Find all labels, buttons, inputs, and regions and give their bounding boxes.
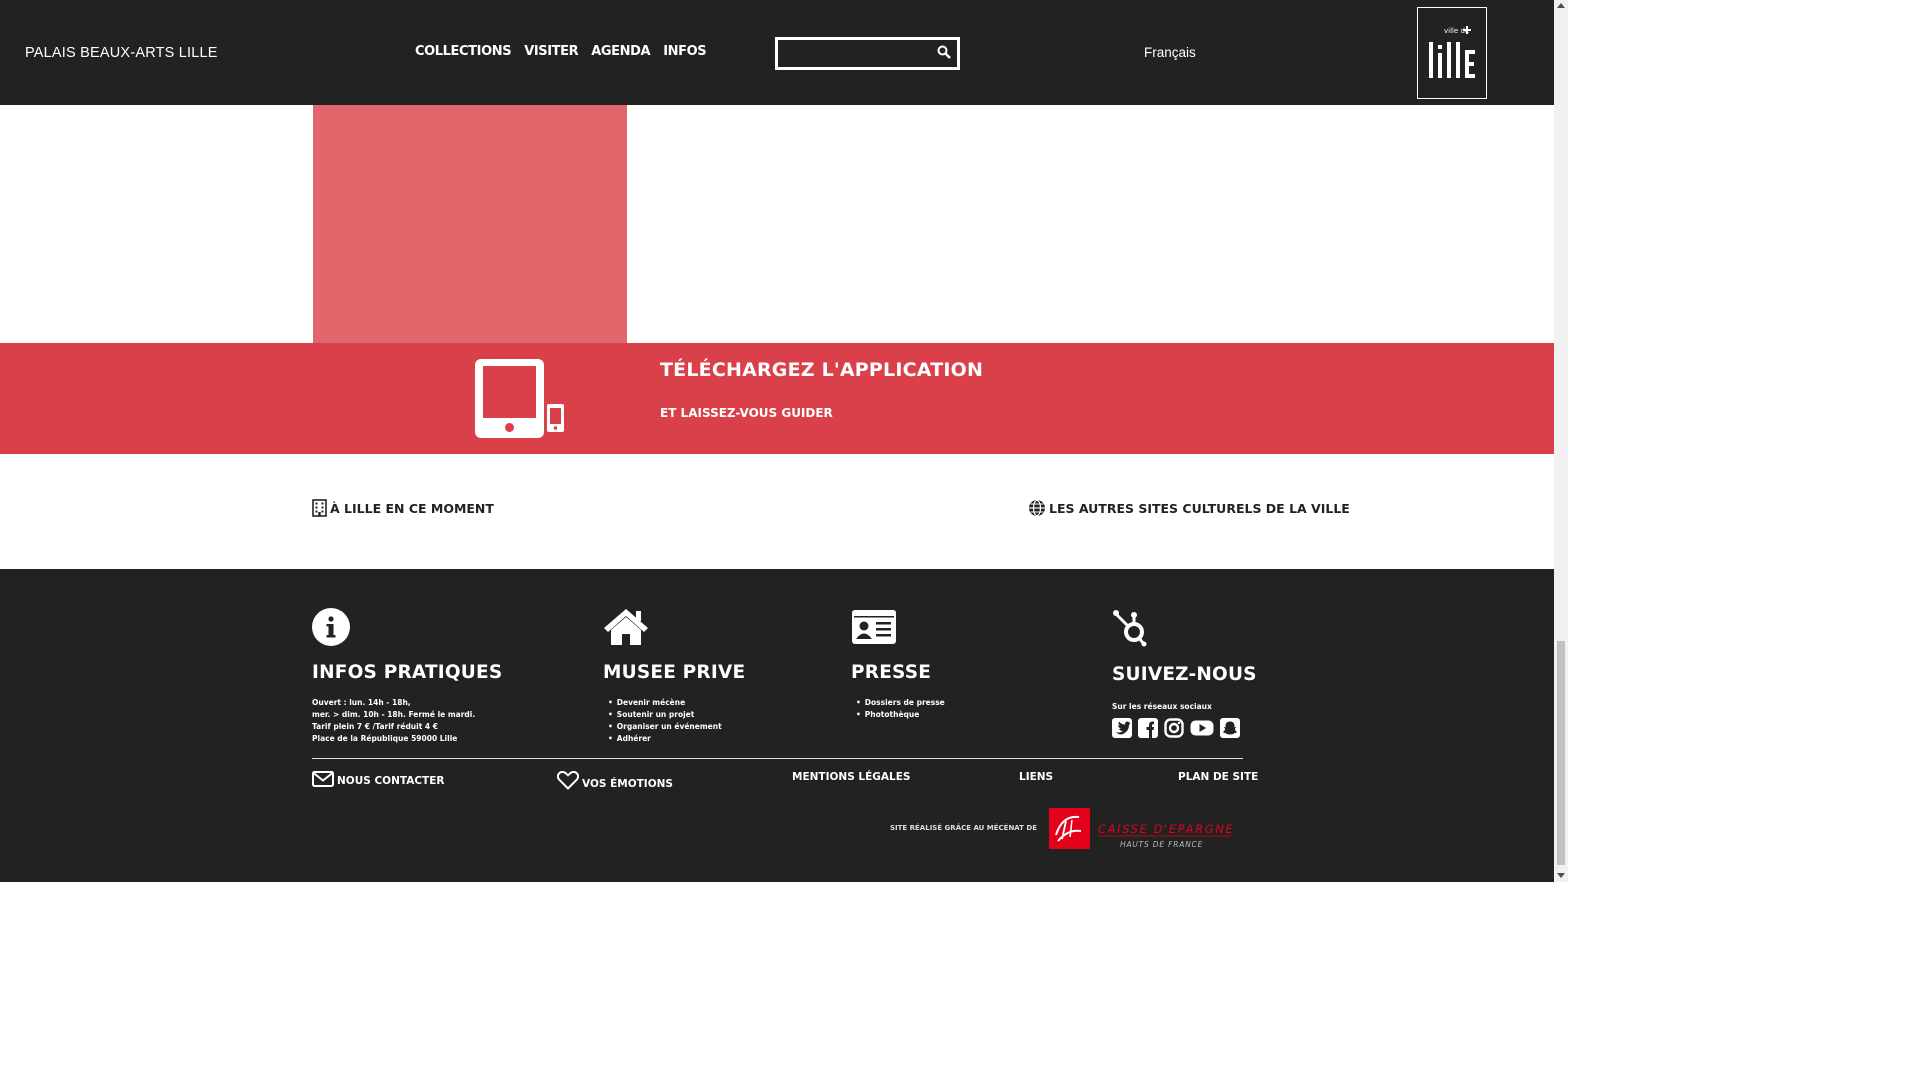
phototheque-link[interactable]: Photothèque xyxy=(856,709,945,721)
suivez-nous-title[interactable]: SUIVEZ-NOUS xyxy=(1112,664,1257,685)
mentions-legales-link[interactable]: MENTIONS LÉGALES xyxy=(792,771,910,783)
devenir-mecene-link[interactable]: Devenir mécène xyxy=(608,697,745,709)
vertical-scrollbar[interactable] xyxy=(1554,0,1568,882)
top-bar: PALAIS BEAUX-ARTS LILLE COLLECTIONS VISI… xyxy=(0,0,1554,105)
emotions-link[interactable]: VOS ÉMOTIONS xyxy=(557,771,673,790)
lille-now-label: À LILLE EN CE MOMENT xyxy=(330,500,494,516)
emotions-label: VOS ÉMOTIONS xyxy=(582,778,673,790)
dossiers-presse-link[interactable]: Dossiers de presse xyxy=(856,697,945,709)
snapchat-icon[interactable] xyxy=(1220,718,1240,738)
contact-label: NOUS CONTACTER xyxy=(337,775,445,787)
scrollbar-thumb[interactable] xyxy=(1557,641,1565,865)
facebook-icon[interactable] xyxy=(1138,718,1158,738)
lille-now-link[interactable]: À LILLE EN CE MOMENT xyxy=(312,499,494,517)
opening-hours-line-2: mer. > dim. 10h - 18h. Fermé le mardi. xyxy=(312,710,476,719)
footer-col-suivez: SUIVEZ-NOUS Sur les réseaux sociaux xyxy=(1112,608,1257,738)
plan-de-site-link[interactable]: PLAN DE SITE xyxy=(1178,771,1258,783)
nav-agenda[interactable]: AGENDA xyxy=(591,44,650,59)
other-sites-label: LES AUTRES SITES CULTURELS DE LA VILLE xyxy=(1049,500,1350,516)
twitter-icon[interactable] xyxy=(1112,718,1132,738)
nav-visiter[interactable]: VISITER xyxy=(524,44,578,59)
search-icon[interactable] xyxy=(937,44,951,63)
caisse-epargne-logo[interactable]: CAISSE D'EPARGNE HAUTS DE FRANCE xyxy=(1048,807,1238,855)
image-placeholder-block xyxy=(313,105,627,343)
liens-link[interactable]: LIENS xyxy=(1019,771,1053,783)
soutenir-projet-link[interactable]: Soutenir un projet xyxy=(608,709,745,721)
hubspot-network-icon xyxy=(1113,610,1147,647)
language-selector[interactable]: Français xyxy=(1144,45,1196,60)
envelope-icon xyxy=(312,771,334,787)
nav-collections[interactable]: COLLECTIONS xyxy=(415,44,512,59)
nav-infos[interactable]: INFOS xyxy=(663,44,706,59)
musee-prive-title[interactable]: MUSEE PRIVE xyxy=(603,662,745,683)
app-banner-subtitle[interactable]: ET LAISSEZ-VOUS GUIDER xyxy=(660,406,833,420)
infos-pratiques-title[interactable]: INFOS PRATIQUES xyxy=(312,662,502,683)
footer-col-musee-prive: MUSEE PRIVE Devenir mécène Soutenir un p… xyxy=(603,608,745,745)
tariff-line: Tarif plein 7 € /Tarif réduit 4 € xyxy=(312,722,438,731)
search-input[interactable] xyxy=(780,42,935,65)
footer xyxy=(0,569,1554,882)
scroll-down-arrow-icon[interactable] xyxy=(1557,873,1565,878)
app-banner-title[interactable]: TÉLÉCHARGEZ L'APPLICATION xyxy=(660,359,983,381)
organiser-evenement-link[interactable]: Organiser un événement xyxy=(608,721,745,733)
site-title[interactable]: PALAIS BEAUX-ARTS LILLE xyxy=(25,45,218,61)
ville-de-lille-logo[interactable]: ville de xyxy=(1417,7,1487,99)
house-icon xyxy=(604,609,648,645)
adherer-link[interactable]: Adhérer xyxy=(608,733,745,745)
social-subtitle: Sur les réseaux sociaux xyxy=(1112,702,1212,711)
heart-icon xyxy=(557,771,579,790)
main-nav: COLLECTIONS VISITER AGENDA INFOS xyxy=(415,44,707,59)
page: PALAIS BEAUX-ARTS LILLE COLLECTIONS VISI… xyxy=(0,0,1554,882)
footer-col-presse: PRESSE Dossiers de presse Photothèque xyxy=(851,608,945,721)
address-line: Place de la République 59000 Lille xyxy=(312,734,458,743)
youtube-icon[interactable] xyxy=(1190,718,1214,738)
scroll-up-arrow-icon[interactable] xyxy=(1557,3,1565,8)
press-card-icon xyxy=(852,610,896,644)
social-links xyxy=(1112,718,1257,738)
footer-col-infos: INFOS PRATIQUES Ouvert : lun. 14h - 18h,… xyxy=(312,608,502,745)
sponsor-name: CAISSE D'EPARGNE xyxy=(1098,822,1234,836)
footer-divider xyxy=(312,758,1243,759)
instagram-icon[interactable] xyxy=(1164,718,1184,738)
contact-link[interactable]: NOUS CONTACTER xyxy=(312,771,444,787)
opening-hours-line-1: Ouvert : lun. 14h - 18h, xyxy=(312,698,411,707)
tablet-phone-icon xyxy=(473,358,568,444)
info-icon xyxy=(312,608,350,646)
mecenat-text: SITE RÉALISÉ GRÂCE AU MÉCÉNAT DE xyxy=(890,824,1037,832)
presse-title[interactable]: PRESSE xyxy=(851,662,945,683)
other-cultural-sites-link[interactable]: LES AUTRES SITES CULTURELS DE LA VILLE xyxy=(1028,499,1350,517)
search-box xyxy=(775,37,960,70)
sponsor-region: HAUTS DE FRANCE xyxy=(1120,840,1203,849)
building-icon xyxy=(312,499,327,517)
globe-icon xyxy=(1029,499,1045,517)
